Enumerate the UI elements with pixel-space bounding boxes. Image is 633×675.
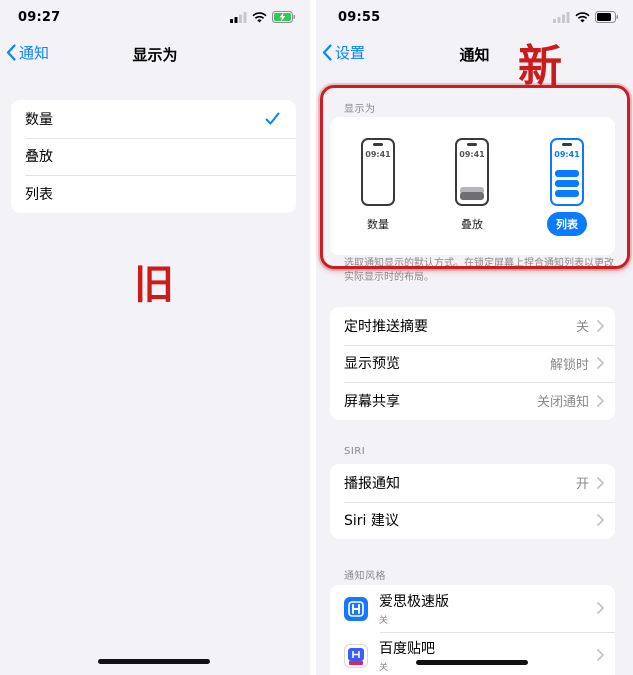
new-annotation: 新: [518, 41, 562, 92]
chevron-right-icon: [597, 357, 604, 370]
tieba-logo-glyph: [348, 647, 364, 665]
chevron-right-icon: [597, 514, 604, 527]
status-time: 09:27: [18, 10, 61, 25]
siri-suggestions-row[interactable]: Siri 建议: [330, 501, 615, 540]
page-title: 通知: [459, 46, 490, 64]
aisi-logo-glyph: [348, 600, 364, 617]
option-label: 列表: [25, 186, 53, 203]
row-label: 播报通知: [344, 475, 400, 492]
section-header-siri: SIRI: [344, 446, 366, 457]
row-label: 定时推送摘要: [344, 318, 428, 335]
status-icons: [230, 11, 296, 23]
chevron-right-icon: [597, 319, 604, 332]
wifi-icon: [252, 11, 267, 22]
row-value: 关: [575, 320, 589, 336]
wifi-icon: [575, 11, 590, 22]
option-label: 数量: [25, 111, 53, 128]
navigation-bar: 通知 显示为: [0, 36, 310, 70]
old-annotation: 旧: [134, 261, 174, 308]
navigation-bar: 设置 通知: [316, 36, 633, 70]
cellular-signal-icon: [553, 11, 570, 23]
row-label: Siri 建议: [344, 513, 399, 530]
chevron-right-icon: [597, 476, 604, 489]
app-name: 爱思极速版: [379, 594, 449, 610]
option-count[interactable]: 数量: [11, 100, 296, 138]
option-label: 叠放: [25, 149, 53, 166]
app-notification-status: 关: [379, 616, 389, 626]
option-list[interactable]: 列表: [11, 175, 296, 213]
status-bar: 09:55: [316, 0, 633, 36]
notification-settings-list: 定时推送摘要 关 显示预览 解锁时 屏幕共享 关闭通知: [330, 307, 615, 420]
chevron-right-icon: [597, 649, 604, 661]
row-value: 关闭通知: [536, 395, 589, 411]
row-label: 屏幕共享: [344, 393, 400, 410]
battery-charging-icon: [272, 11, 295, 23]
baidu-tieba-app-icon: [344, 643, 368, 668]
status-bar: 09:27: [0, 0, 310, 36]
status-time: 09:55: [338, 10, 381, 25]
show-previews-row[interactable]: 显示预览 解锁时: [330, 344, 615, 383]
announce-notifications-row[interactable]: 播报通知 开: [330, 464, 615, 502]
row-value: 开: [575, 477, 589, 493]
home-indicator[interactable]: [416, 660, 528, 665]
siri-settings-list: 播报通知 开 Siri 建议: [330, 464, 615, 539]
scheduled-summary-row[interactable]: 定时推送摘要 关: [330, 307, 615, 345]
app-name: 百度贴吧: [379, 641, 435, 657]
row-value: 解锁时: [549, 357, 589, 373]
screen-sharing-row[interactable]: 屏幕共享 关闭通知: [330, 382, 615, 420]
old-settings-screen: 09:27 通知 显示为 数量 叠放 列表: [0, 0, 310, 675]
status-icons: [553, 11, 619, 23]
aisi-app-icon: [344, 596, 368, 621]
chevron-right-icon: [597, 602, 604, 614]
app-row-baidu-tieba[interactable]: 百度贴吧 关: [330, 632, 615, 675]
chevron-right-icon: [597, 394, 604, 407]
option-stack[interactable]: 叠放: [11, 137, 296, 176]
home-indicator[interactable]: [98, 659, 210, 664]
page-title: 显示为: [132, 46, 178, 64]
row-label: 显示预览: [344, 356, 400, 373]
red-highlight-frame: [320, 85, 630, 269]
display-options-list: 数量 叠放 列表: [11, 100, 296, 213]
app-row-aisi[interactable]: 爱思极速版 关: [330, 585, 615, 632]
cellular-signal-icon: [230, 11, 247, 23]
section-header-notification-style: 通知风格: [344, 571, 386, 582]
battery-icon: [595, 11, 618, 23]
checkmark-icon: [265, 112, 280, 125]
